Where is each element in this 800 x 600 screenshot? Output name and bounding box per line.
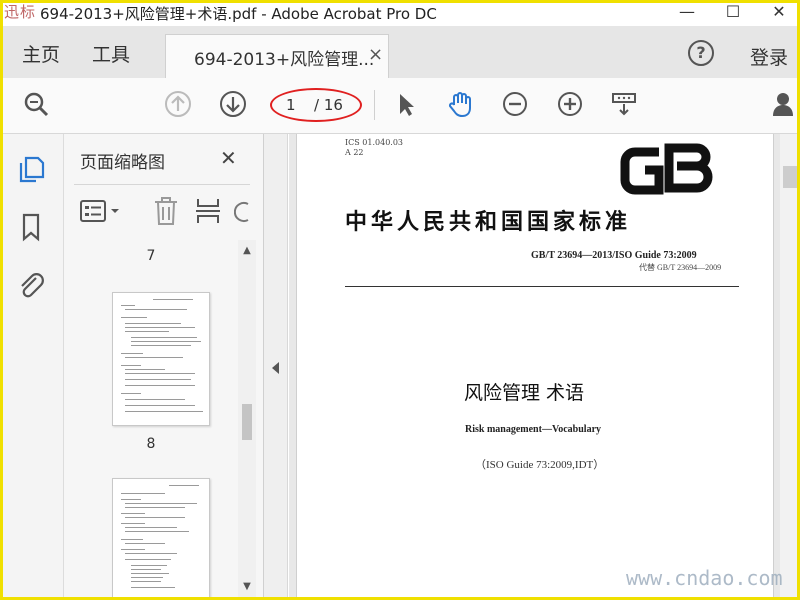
page-display-icon[interactable]: [610, 90, 638, 118]
gb-logo-icon: GB: [620, 143, 713, 195]
thumbnail-page-8[interactable]: [112, 478, 210, 600]
bookmarks-icon[interactable]: [16, 212, 46, 242]
zoom-out-icon[interactable]: [501, 90, 529, 118]
standard-number: GB/T 23694—2013/ISO Guide 73:2009: [531, 250, 697, 261]
tab-home[interactable]: 主页: [22, 40, 60, 67]
document-scroll-thumb[interactable]: [783, 166, 797, 188]
extract-page-icon[interactable]: [194, 196, 222, 226]
scroll-down-icon[interactable]: ▼: [238, 578, 256, 596]
scroll-thumb[interactable]: [242, 404, 252, 440]
maximize-button[interactable]: ☐: [710, 0, 756, 26]
collapse-arrow-icon[interactable]: [272, 362, 279, 374]
document-page: ICS 01.040.03 A 22 GB 中华人民共和国国家标准 GB/T 2…: [296, 134, 774, 600]
page-thumbnails-icon[interactable]: [16, 154, 46, 184]
page-down-icon[interactable]: [219, 90, 247, 118]
title-bar: 迅标网 694-2013+风险管理+术语.pdf - Adobe Acrobat…: [0, 0, 800, 42]
rotate-icon[interactable]: [234, 198, 250, 226]
thumbnail-scrollbar[interactable]: ▲ ▼: [238, 240, 256, 600]
delete-page-icon[interactable]: [152, 196, 180, 226]
tab-document-title: 694-2013+风险管理...: [194, 50, 375, 70]
scroll-up-icon[interactable]: ▲: [238, 242, 256, 260]
left-rail: [0, 134, 64, 600]
zoom-in-icon[interactable]: [556, 90, 584, 118]
ics-code: ICS 01.040.03 A 22: [345, 138, 403, 158]
page-navigator[interactable]: 1 / 16: [270, 88, 362, 122]
iso-reference: （ISO Guide 73:2009,IDT）: [475, 459, 605, 471]
account-icon[interactable]: [772, 90, 800, 118]
panel-divider: [74, 184, 250, 185]
watermark-logo: 迅标网: [4, 3, 37, 42]
minimize-button[interactable]: —: [664, 0, 710, 26]
tab-document[interactable]: 694-2013+风险管理... ×: [165, 34, 389, 78]
tab-tools[interactable]: 工具: [92, 40, 130, 67]
thumbnail-label: 8: [146, 436, 156, 452]
login-button[interactable]: 登录: [750, 43, 788, 70]
document-cn-title: 风险管理 术语: [464, 382, 585, 404]
select-arrow-icon[interactable]: [392, 90, 420, 118]
page-number-input[interactable]: 1: [286, 96, 296, 114]
attachments-icon[interactable]: [16, 270, 46, 300]
page-total: / 16: [314, 96, 343, 114]
thumbnails-panel: 页面缩略图 ✕ 7 8 ▲ ▼: [64, 134, 264, 600]
panel-collapse-strip[interactable]: [264, 134, 288, 600]
thumbnail-list: 7 8: [64, 240, 238, 600]
help-icon[interactable]: ?: [688, 40, 714, 66]
thumbnail-page-7[interactable]: [112, 292, 210, 426]
close-tab-icon[interactable]: ×: [368, 44, 383, 65]
site-watermark: www.cndao.com: [626, 566, 783, 590]
panel-close-icon[interactable]: ✕: [220, 146, 237, 170]
thumbnail-label: 7: [146, 248, 156, 264]
panel-toolbar: [64, 192, 264, 232]
document-en-title: Risk management—Vocabulary: [465, 424, 602, 435]
close-window-button[interactable]: ✕: [756, 0, 800, 26]
tab-bar: 主页 工具 694-2013+风险管理... × ? 登录: [0, 26, 800, 78]
window-title: 694-2013+风险管理+术语.pdf - Adobe Acrobat Pro…: [40, 5, 437, 23]
hand-icon[interactable]: [446, 90, 474, 118]
header-rule: [345, 286, 739, 287]
ics-line: ICS 01.040.03: [345, 138, 404, 147]
ccs-line: A 22: [345, 148, 364, 157]
document-view[interactable]: ICS 01.040.03 A 22 GB 中华人民共和国国家标准 GB/T 2…: [289, 134, 800, 600]
options-menu-icon[interactable]: [80, 198, 124, 224]
zoom-search-icon[interactable]: [22, 90, 50, 118]
page-up-icon[interactable]: [164, 90, 192, 118]
toolbar: 1 / 16: [0, 78, 800, 134]
standard-title: 中华人民共和国国家标准: [345, 209, 632, 235]
replaces-note: 代替 GB/T 23694—2009: [639, 263, 722, 272]
panel-title: 页面缩略图: [80, 153, 165, 173]
document-scrollbar[interactable]: [780, 134, 800, 600]
toolbar-divider: [374, 90, 375, 120]
